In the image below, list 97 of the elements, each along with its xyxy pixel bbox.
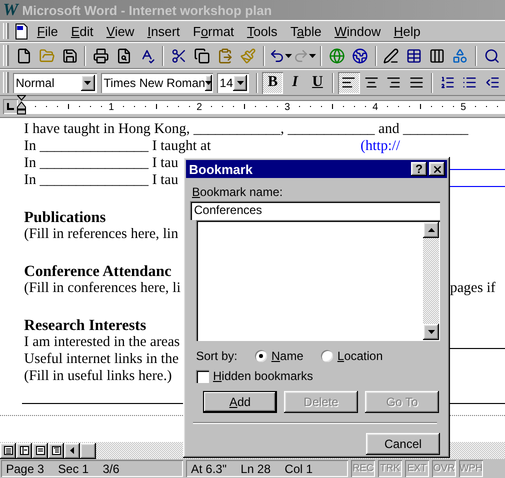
menu-item[interactable]: Format [186, 22, 240, 40]
close-button[interactable] [429, 162, 445, 176]
align-left-button[interactable] [338, 72, 360, 94]
body-text: I have taught in Hong Kong, ____________, ____________ and _________ [24, 121, 468, 138]
font-size-dropdown[interactable]: 14 [216, 72, 250, 92]
normal-view-icon[interactable] [4, 446, 12, 455]
globe-icon[interactable] [352, 48, 368, 64]
dropdown-arrow-icon [205, 80, 212, 84]
outline-view-icon[interactable] [52, 446, 60, 455]
sort-label: Sort by: [196, 349, 238, 363]
dropdown-arrow-icon [84, 80, 92, 84]
new-document-icon[interactable] [16, 48, 32, 64]
body-text: Useful internet links in the [24, 351, 179, 368]
table-icon[interactable] [406, 48, 422, 64]
justify-icon [408, 75, 424, 90]
menu-item[interactable]: Insert [141, 22, 186, 40]
link-underline [449, 169, 505, 170]
dialog-title: Bookmark [189, 162, 254, 176]
globe-link-icon[interactable] [328, 48, 345, 64]
section-heading: Publications [24, 209, 106, 226]
menu-item[interactable]: Tools [241, 22, 284, 40]
body-text: pages if [450, 280, 496, 297]
bullets-icon[interactable] [462, 75, 478, 90]
save-icon[interactable] [62, 48, 78, 64]
menu-item[interactable]: Help [388, 22, 426, 40]
radio-label[interactable]: Name [271, 349, 304, 363]
ruler-number: 5 [459, 100, 467, 114]
undo-icon[interactable] [268, 48, 285, 64]
align-center-icon [364, 75, 379, 90]
body-text: (Fill in references here, lin [24, 226, 178, 243]
decrease-indent-icon[interactable] [484, 75, 500, 90]
menu-item[interactable]: File [31, 22, 64, 40]
online-layout-icon[interactable] [20, 446, 28, 455]
section-heading: Conference Attendanc [24, 263, 172, 280]
status-text: Sec 1 [58, 462, 89, 476]
underline-button[interactable]: U [306, 72, 328, 94]
page-layout-icon[interactable] [36, 446, 44, 455]
style-dropdown[interactable]: Normal [12, 72, 97, 92]
section-heading: Research Interests [24, 317, 146, 334]
close-icon [432, 164, 442, 174]
status-text: At 6.3" [191, 462, 227, 476]
ruler-number: 3 [283, 100, 291, 114]
dropdown-arrow-icon [236, 80, 244, 84]
body-text: (Fill in conferences here, li [24, 280, 181, 297]
app-logo: W [3, 1, 18, 19]
dropdown-arrow-icon [308, 54, 316, 58]
window-title: Microsoft Word - Internet workshop plan [22, 2, 272, 18]
paste-icon[interactable] [216, 48, 233, 64]
help-button[interactable]: ? [411, 162, 427, 176]
status-text: 3/6 [102, 462, 120, 476]
indent-marker-icon[interactable] [17, 94, 26, 114]
link-underline [449, 186, 505, 187]
bookmark-name-field[interactable]: Conferences [190, 201, 440, 220]
document-icon[interactable] [13, 22, 30, 40]
status-text: Ln 28 [240, 462, 271, 476]
printer-icon[interactable] [93, 48, 110, 64]
bookmark-list[interactable] [196, 220, 440, 341]
body-text: In _______________ I tau [24, 172, 178, 189]
cut-icon[interactable] [171, 48, 188, 64]
status-text: Col 1 [284, 462, 313, 476]
radio-button[interactable] [321, 350, 334, 362]
hyperlink[interactable]: (http:// [360, 138, 400, 155]
menu-item[interactable]: Edit [64, 22, 100, 40]
print-preview-icon[interactable] [116, 48, 132, 64]
field-label: Bookmark name: [192, 185, 284, 199]
checkbox[interactable] [196, 370, 209, 382]
body-text: I am interested in the areas [24, 334, 180, 351]
align-right-icon [386, 75, 402, 90]
cancel-button[interactable]: Cancel [366, 433, 440, 455]
dropdown-arrow-icon [284, 54, 292, 58]
scroll-up-icon [428, 228, 434, 232]
body-text: (Fill in useful links here.) [24, 368, 172, 385]
drawing-icon[interactable] [452, 48, 468, 64]
blank-line [449, 348, 505, 349]
copy-icon[interactable] [194, 48, 210, 64]
columns-icon[interactable] [429, 48, 446, 64]
bold-button[interactable]: B [262, 72, 284, 94]
align-left-icon [341, 75, 356, 90]
scroll-down-icon [428, 330, 434, 334]
checkbox-label[interactable]: Hidden bookmarks [213, 369, 314, 383]
dialog-button[interactable]: Add [203, 391, 277, 413]
menu-item[interactable]: Table [284, 22, 328, 40]
body-text: In _______________ I taught at [24, 138, 211, 155]
left-tab-icon [7, 103, 14, 110]
scroll-thumb[interactable] [80, 442, 96, 458]
status-text: Page 3 [6, 462, 44, 476]
scroll-left-icon[interactable] [70, 447, 74, 454]
body-text: In _______________ I tau [24, 155, 178, 172]
numbering-icon[interactable] [440, 75, 455, 90]
radio-label[interactable]: Location [337, 349, 383, 363]
tab-selector[interactable] [3, 99, 18, 114]
menu-item[interactable]: Window [328, 22, 387, 40]
menu-item[interactable]: View [100, 22, 140, 40]
font-dropdown[interactable]: Times New Roman [100, 72, 213, 92]
italic-button[interactable]: I [284, 72, 306, 94]
scrollbar[interactable] [423, 222, 439, 340]
radio-button[interactable] [255, 350, 268, 362]
